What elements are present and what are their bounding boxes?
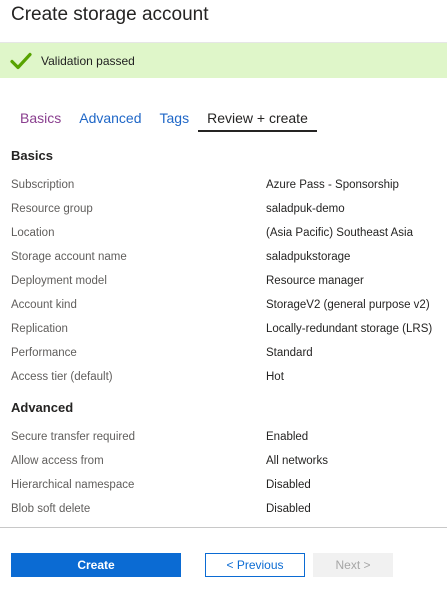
summary-value: saladpuk-demo: [266, 203, 345, 215]
summary-row-secure-transfer: Secure transfer required Enabled: [0, 427, 447, 447]
summary-row-access-tier: Access tier (default) Hot: [0, 367, 447, 387]
section-heading-advanced: Advanced: [11, 400, 74, 415]
validation-message: Validation passed: [41, 53, 135, 68]
summary-value: All networks: [266, 455, 328, 467]
summary-label: Account kind: [11, 299, 77, 311]
footer-divider: [0, 527, 447, 528]
summary-label: Secure transfer required: [11, 431, 136, 443]
summary-value: StorageV2 (general purpose v2): [266, 299, 430, 311]
summary-label: Storage account name: [11, 251, 127, 263]
tab-review-create[interactable]: Review + create: [198, 108, 317, 132]
create-storage-account-page: Create storage account Validation passed…: [0, 0, 447, 594]
summary-value: Resource manager: [266, 275, 364, 287]
tab-tags[interactable]: Tags: [151, 108, 199, 130]
checkmark-icon: [10, 52, 32, 69]
summary-label: Resource group: [11, 203, 93, 215]
summary-value: Disabled: [266, 479, 311, 491]
summary-row-performance: Performance Standard: [0, 343, 447, 363]
summary-row-subscription: Subscription Azure Pass - Sponsorship: [0, 175, 447, 195]
summary-label: Performance: [11, 347, 77, 359]
summary-row-replication: Replication Locally-redundant storage (L…: [0, 319, 447, 339]
summary-row-storage-account-name: Storage account name saladpukstorage: [0, 247, 447, 267]
summary-label: Hierarchical namespace: [11, 479, 135, 491]
tab-bar: Basics Advanced Tags Review + create: [11, 108, 317, 132]
next-button[interactable]: Next >: [313, 553, 393, 577]
summary-value: Azure Pass - Sponsorship: [266, 179, 399, 191]
summary-label: Allow access from: [11, 455, 104, 467]
tab-advanced[interactable]: Advanced: [70, 108, 150, 130]
page-title: Create storage account: [11, 4, 209, 25]
summary-row-blob-soft-delete: Blob soft delete Disabled: [0, 499, 447, 519]
summary-value: Standard: [266, 347, 313, 359]
summary-value: Locally-redundant storage (LRS): [266, 323, 433, 335]
summary-row-account-kind: Account kind StorageV2 (general purpose …: [0, 295, 447, 315]
summary-label: Blob soft delete: [11, 503, 91, 515]
summary-label: Subscription: [11, 179, 75, 191]
summary-value: Disabled: [266, 503, 311, 515]
summary-value: Hot: [266, 371, 284, 383]
create-button[interactable]: Create: [11, 553, 181, 577]
summary-label: Location: [11, 227, 55, 239]
summary-label: Access tier (default): [11, 371, 113, 383]
summary-row-deployment-model: Deployment model Resource manager: [0, 271, 447, 291]
section-heading-basics: Basics: [11, 148, 53, 163]
previous-button[interactable]: < Previous: [205, 553, 305, 577]
summary-row-allow-access-from: Allow access from All networks: [0, 451, 447, 471]
tab-basics[interactable]: Basics: [11, 108, 70, 130]
summary-label: Deployment model: [11, 275, 107, 287]
summary-row-resource-group: Resource group saladpuk-demo: [0, 199, 447, 219]
summary-label: Replication: [11, 323, 68, 335]
summary-value: Enabled: [266, 431, 309, 443]
validation-banner: Validation passed: [0, 43, 447, 78]
summary-row-hierarchical-namespace: Hierarchical namespace Disabled: [0, 475, 447, 495]
summary-row-location: Location (Asia Pacific) Southeast Asia: [0, 223, 447, 243]
summary-value: (Asia Pacific) Southeast Asia: [266, 227, 414, 239]
summary-value: saladpukstorage: [266, 251, 351, 263]
